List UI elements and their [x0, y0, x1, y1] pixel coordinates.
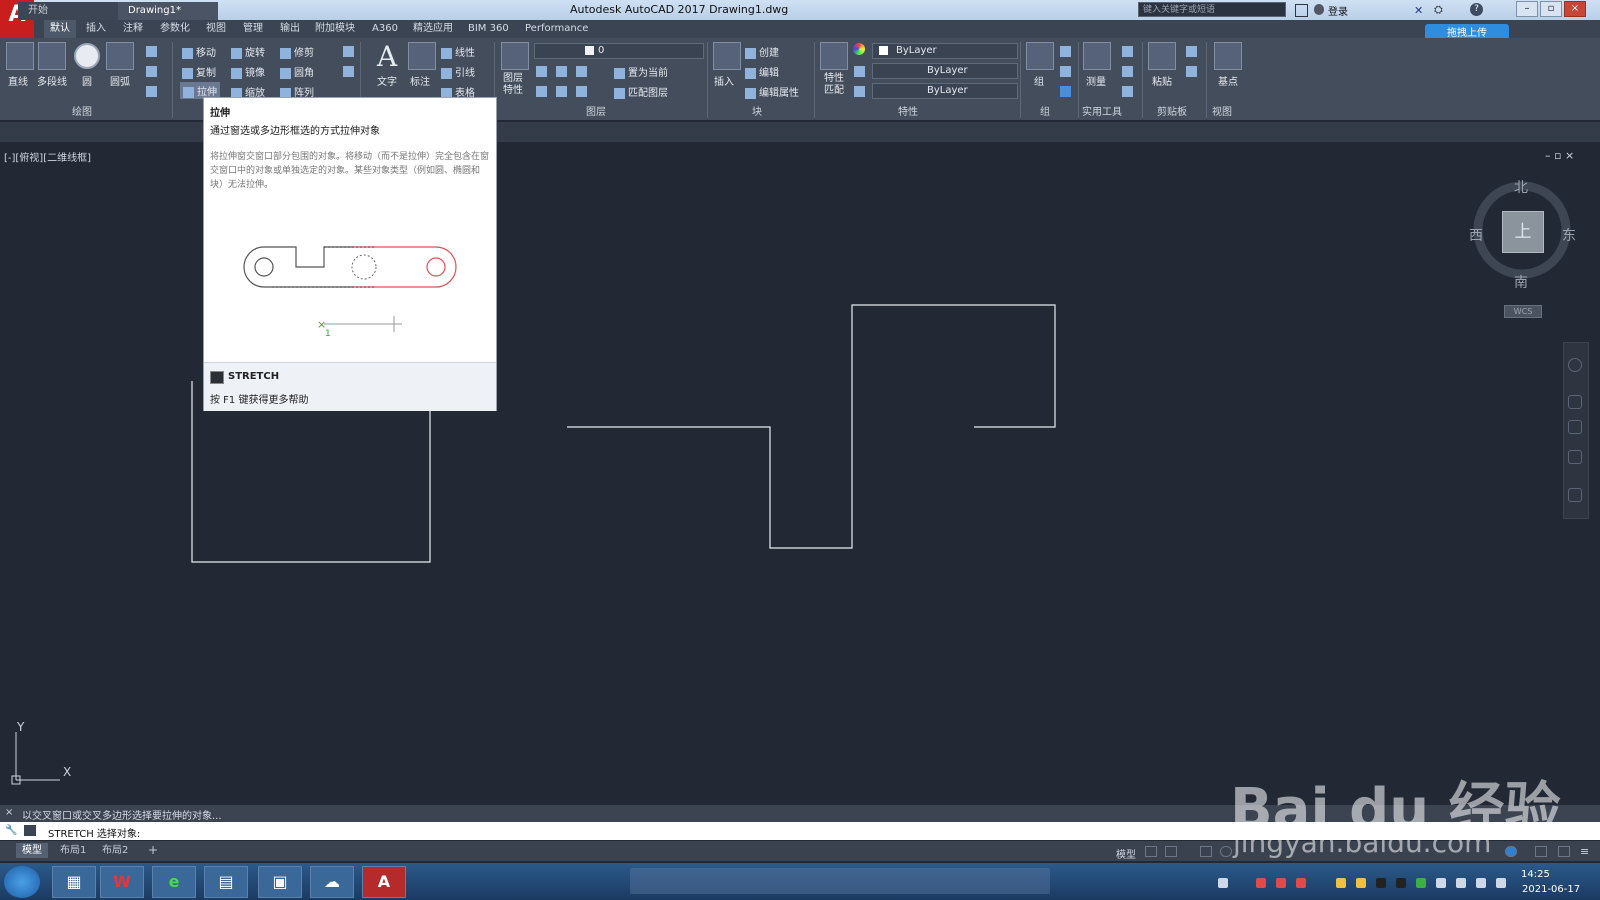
illustration-point-label: 1	[325, 329, 331, 339]
layout-tab-1[interactable]: 布局1	[54, 843, 92, 858]
showmotion-icon[interactable]	[1568, 488, 1582, 502]
tray-folder-icon[interactable]	[1336, 878, 1346, 888]
taskbar-browser-icon[interactable]: e	[152, 866, 196, 898]
tooltip-command-name: STRETCH	[228, 371, 280, 382]
taskbar-explorer-icon[interactable]: ▤	[204, 866, 248, 898]
compass-west[interactable]: 西	[1469, 225, 1483, 245]
taskbar-baidu-netdisk-icon[interactable]: ☁	[310, 866, 354, 898]
taskbar-files-icon[interactable]: ▦	[52, 866, 96, 898]
tray-flag-icon[interactable]	[1456, 878, 1466, 888]
tray-security-icon[interactable]	[1256, 878, 1266, 888]
command-history-text: 以交叉窗口或交叉多边形选择要拉伸的对象...	[22, 811, 222, 822]
tray-wechat-icon[interactable]	[1416, 878, 1426, 888]
tooltip-footer: STRETCH 按 F1 键获得更多帮助	[204, 362, 496, 411]
illustration-moved-hole	[351, 254, 377, 280]
command-customize-icon[interactable]: 🔧	[5, 825, 17, 836]
layout-tab-model[interactable]: 模型	[16, 843, 48, 858]
compass-east[interactable]: 东	[1562, 225, 1576, 245]
viewport-controls-label[interactable]: [-][俯视][二维线框]	[4, 149, 91, 164]
tray-network-icon[interactable]	[1436, 878, 1446, 888]
pan-hand-icon[interactable]	[1568, 395, 1582, 409]
tooltip-title: 拉伸	[210, 108, 230, 119]
tray-qq2-icon[interactable]	[1396, 878, 1406, 888]
illustration-left-hole	[254, 257, 274, 277]
command-input-text[interactable]: STRETCH 选择对象:	[48, 825, 140, 840]
customize-status-icon[interactable]: ≡	[1580, 845, 1589, 858]
tray-clock-time[interactable]: 14:25	[1521, 869, 1550, 880]
stretch-command-icon	[210, 371, 224, 384]
tooltip-help-hint: 按 F1 键获得更多帮助	[210, 395, 309, 406]
tooltip-description: 通过窗选或多边形框选的方式拉伸对象	[210, 126, 380, 137]
stretch-illustration: × 1	[243, 246, 457, 339]
polar-icon[interactable]	[1220, 846, 1232, 857]
hardware-acceleration-icon[interactable]	[1535, 846, 1547, 857]
taskbar-app-icon[interactable]: ▣	[258, 866, 302, 898]
tray-wps-icon[interactable]	[1276, 878, 1286, 888]
snap-icon[interactable]	[1165, 846, 1177, 857]
illustration-stretched-part	[354, 246, 457, 288]
stretch-tooltip: 拉伸 通过窗选或多边形框选的方式拉伸对象 将拉伸窗交窗口部分包围的对象。将移动（…	[203, 97, 497, 411]
taskbar-notification-banner	[630, 868, 1050, 894]
tray-clock-date[interactable]: 2021-06-17	[1522, 884, 1580, 895]
grid-icon[interactable]	[1145, 846, 1157, 857]
ortho-icon[interactable]	[1200, 846, 1212, 857]
model-space-toggle[interactable]: 模型	[1116, 846, 1136, 861]
tooltip-detail: 将拉伸窗交窗口部分包围的对象。将移动（而不是拉伸）完全包含在窗交窗口中的对象或单…	[210, 152, 490, 190]
start-menu-icon[interactable]	[4, 866, 40, 898]
ucs-x-label: X	[63, 765, 72, 779]
layout-tab-2[interactable]: 布局2	[96, 843, 134, 858]
tray-monitor-icon[interactable]	[1476, 878, 1486, 888]
illustration-original-part	[243, 246, 354, 288]
tray-keyboard-icon[interactable]	[1218, 878, 1228, 888]
add-layout-icon[interactable]: +	[142, 843, 164, 858]
stepped-polyline[interactable]	[567, 304, 1056, 549]
viewcube-top-face[interactable]: 上	[1502, 211, 1544, 253]
orbit-icon[interactable]	[1568, 450, 1582, 464]
command-line-close-icon[interactable]: ×	[5, 807, 13, 818]
compass-south[interactable]: 南	[1514, 272, 1528, 292]
tray-volume-icon[interactable]	[1496, 878, 1506, 888]
compass-north[interactable]: 北	[1514, 177, 1528, 197]
baidu-watermark-url: jingyan.baidu.com	[1233, 826, 1492, 859]
zoom-extents-icon[interactable]	[1568, 420, 1582, 434]
fullscreen-icon[interactable]	[1558, 846, 1570, 857]
steering-wheel-icon[interactable]	[1568, 358, 1582, 372]
tray-shield-icon[interactable]	[1356, 878, 1366, 888]
tray-qq-icon[interactable]	[1376, 878, 1386, 888]
isolate-icon[interactable]	[1505, 846, 1517, 857]
illustration-right-hole	[426, 257, 446, 277]
tray-wps2-icon[interactable]	[1296, 878, 1306, 888]
ucs-y-label: Y	[17, 720, 25, 734]
taskbar-autocad-icon[interactable]: A	[362, 866, 406, 898]
taskbar-wps-icon[interactable]: W	[100, 866, 144, 898]
wcs-menu[interactable]: WCS	[1504, 305, 1542, 318]
command-prompt-icon	[24, 825, 36, 836]
viewport-window-controls[interactable]: – ▫ ×	[1545, 149, 1574, 162]
